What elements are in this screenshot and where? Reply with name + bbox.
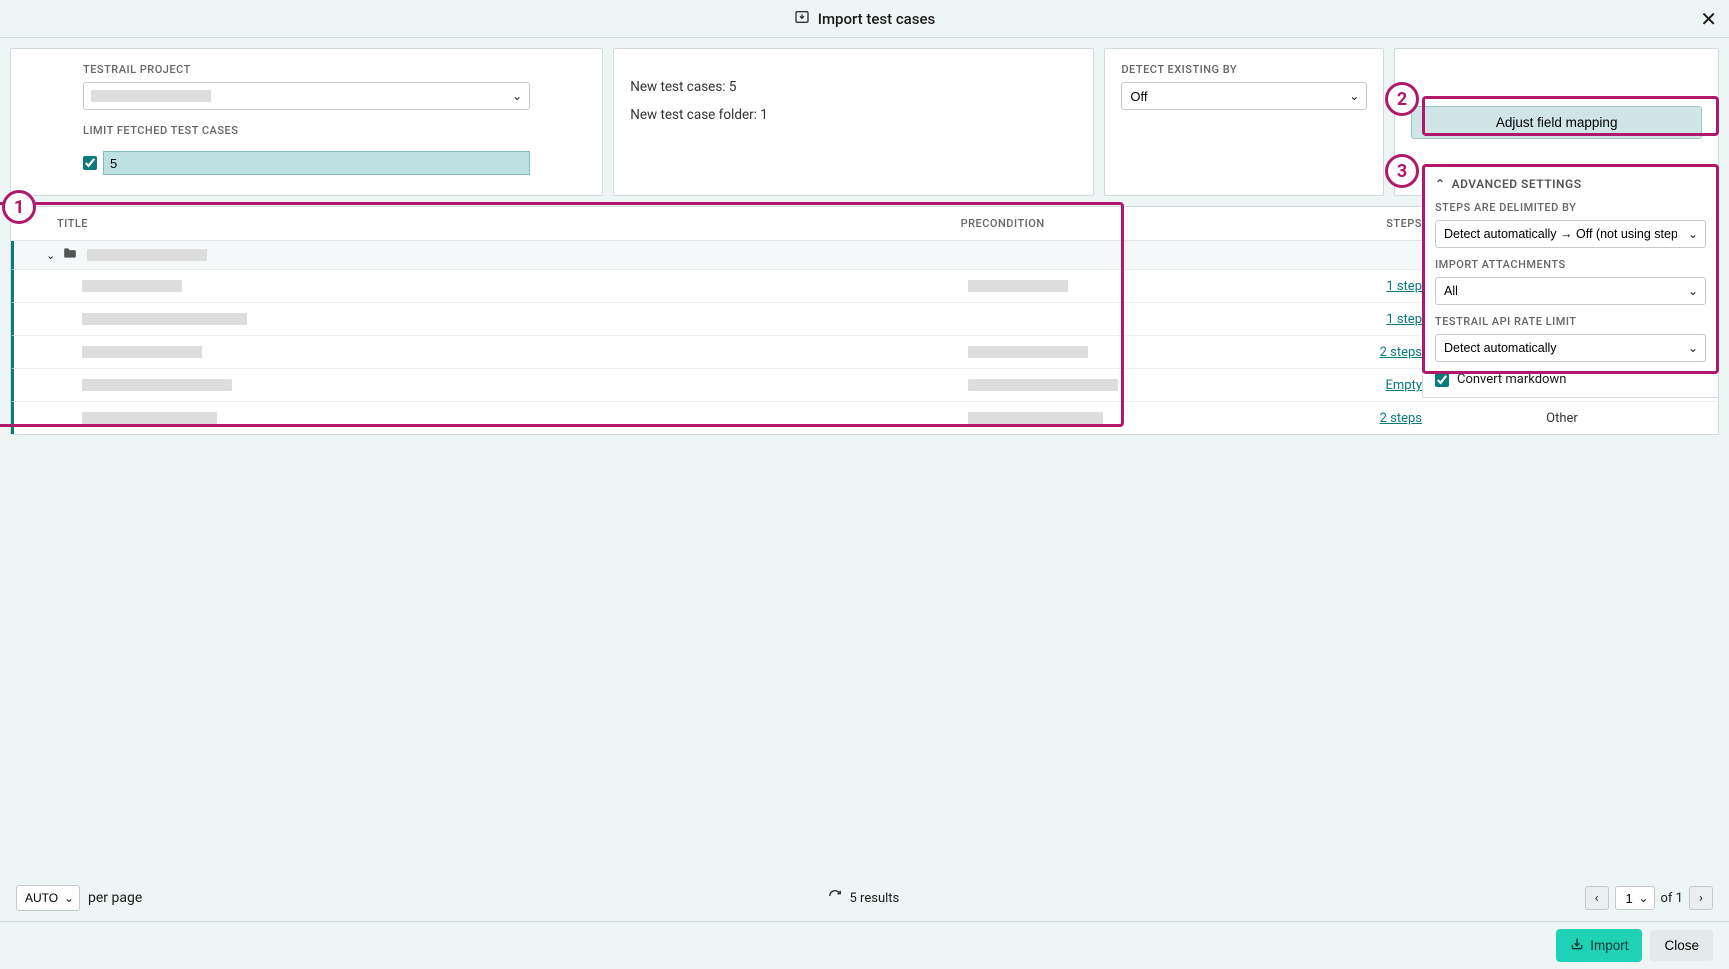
col-steps: STEPS	[1322, 217, 1422, 230]
row-title-placeholder	[82, 412, 217, 424]
table-row[interactable]: 2 steps Other	[11, 402, 1718, 434]
adjust-field-mapping-button[interactable]: Adjust field mapping	[1411, 106, 1702, 139]
row-title-placeholder	[82, 280, 182, 292]
project-label: TESTRAIL PROJECT	[83, 63, 530, 76]
convert-markdown-label: Convert markdown	[1457, 372, 1566, 387]
dialog-header: Import test cases ✕	[0, 0, 1729, 38]
row-precondition-placeholder	[968, 412, 1103, 424]
next-page-button[interactable]: ›	[1689, 886, 1713, 910]
project-panel: TESTRAIL PROJECT .panel-1 .select-wrap .…	[10, 48, 603, 196]
import-icon	[794, 9, 810, 29]
perpage-label: per page	[88, 890, 142, 906]
row-precondition-placeholder	[968, 379, 1118, 391]
dialog-title: Import test cases	[818, 10, 936, 28]
import-attach-label: IMPORT ATTACHMENTS	[1435, 258, 1706, 271]
row-title-placeholder	[82, 346, 202, 358]
advanced-settings-panel: ⌃ ADVANCED SETTINGS STEPS ARE DELIMITED …	[1422, 166, 1719, 398]
pagination-bar: AUTO ⌄ per page 5 results ‹ 1 ⌄ of 1 ›	[0, 875, 1729, 921]
row-precondition-placeholder	[968, 346, 1088, 358]
detect-select[interactable]: Off	[1121, 82, 1367, 110]
page-of-label: of 1	[1661, 891, 1683, 906]
results-count: 5 results	[850, 891, 900, 906]
rate-limit-select[interactable]: Detect automatically	[1435, 334, 1706, 362]
expand-chevron-icon[interactable]: ⌄	[46, 249, 55, 262]
page-select[interactable]: 1	[1615, 886, 1655, 910]
close-button[interactable]: Close	[1650, 930, 1713, 961]
limit-checkbox[interactable]	[83, 156, 97, 170]
annotation-badge-1: 1	[2, 190, 36, 224]
folder-name-placeholder	[87, 249, 207, 261]
import-arrow-icon	[1570, 937, 1584, 954]
refresh-icon[interactable]	[828, 889, 842, 907]
col-title: TITLE	[27, 217, 961, 230]
steps-link[interactable]: 2 steps	[1380, 411, 1422, 426]
steps-link[interactable]: 1 step	[1386, 279, 1422, 294]
advanced-settings-title: ADVANCED SETTINGS	[1452, 177, 1582, 191]
row-title-placeholder	[82, 313, 247, 325]
perpage-select[interactable]: AUTO	[16, 885, 80, 911]
steps-link[interactable]: 2 steps	[1380, 345, 1422, 360]
steps-delim-select[interactable]: Detect automatically → Off (not using st…	[1435, 220, 1706, 248]
import-button[interactable]: Import	[1556, 929, 1642, 962]
new-testcases-count: New test cases: 5	[630, 79, 1077, 95]
collapse-chevron-icon[interactable]: ⌃	[1435, 177, 1446, 191]
import-button-label: Import	[1590, 938, 1628, 953]
prev-page-button[interactable]: ‹	[1585, 886, 1609, 910]
limit-input[interactable]	[103, 151, 530, 175]
row-precondition-placeholder	[968, 280, 1068, 292]
steps-link[interactable]: 1 step	[1386, 312, 1422, 327]
annotation-badge-3: 3	[1385, 154, 1419, 188]
rate-limit-label: TESTRAIL API RATE LIMIT	[1435, 315, 1706, 328]
new-folder-count: New test case folder: 1	[630, 107, 1077, 123]
steps-delim-label: STEPS ARE DELIMITED BY	[1435, 201, 1706, 214]
close-icon[interactable]: ✕	[1700, 7, 1717, 31]
detect-label: DETECT EXISTING BY	[1121, 63, 1367, 76]
limit-label: LIMIT FETCHED TEST CASES	[83, 124, 530, 137]
convert-markdown-checkbox[interactable]	[1435, 373, 1449, 387]
import-attach-select[interactable]: All	[1435, 277, 1706, 305]
dialog-footer: Import Close	[0, 921, 1729, 969]
summary-panel: New test cases: 5 New test case folder: …	[613, 48, 1094, 196]
row-title-placeholder	[82, 379, 232, 391]
detect-panel: DETECT EXISTING BY Off ⌄	[1104, 48, 1384, 196]
annotation-badge-2: 2	[1385, 82, 1419, 116]
project-placeholder	[91, 90, 211, 102]
steps-link[interactable]: Empty	[1386, 378, 1423, 393]
col-precondition: PRECONDITION	[961, 217, 1322, 230]
row-type: Other	[1546, 411, 1578, 426]
folder-icon	[63, 247, 77, 263]
